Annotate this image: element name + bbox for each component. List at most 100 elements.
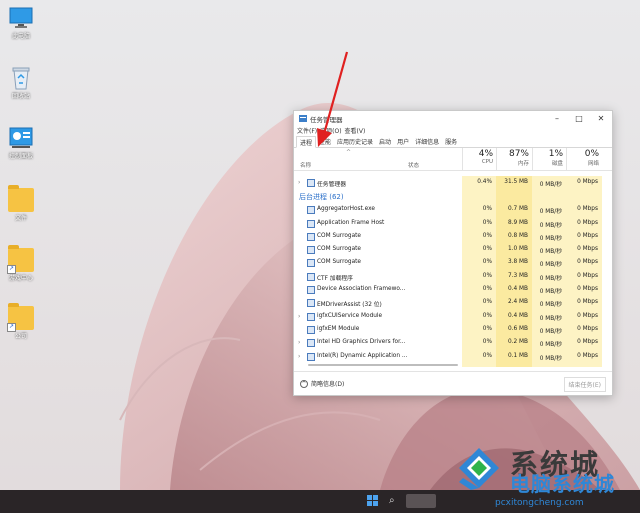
process-row[interactable]: Device Association Framewo... 0% 0.4 MB 0 M…: [294, 283, 612, 296]
process-row[interactable]: › Intel HD Graphics Drivers for... 0% 0.2 M…: [294, 336, 612, 349]
process-memory: 3.8 MB: [507, 259, 528, 266]
expand-chevron-icon[interactable]: ›: [298, 313, 300, 320]
process-network: 0 Mbps: [577, 219, 598, 226]
watermark-url: pcxitongcheng.com: [495, 498, 584, 508]
tab-details[interactable]: 详细信息: [412, 136, 442, 147]
taskbar-app-button[interactable]: [406, 494, 436, 508]
desktop-icon-label: 回收站: [11, 93, 30, 100]
process-row[interactable]: COM Surrogate 0% 0.8 MB 0 MB/秒 0 Mbps: [294, 230, 612, 243]
shortcut-arrow-icon: ↗: [7, 265, 16, 274]
process-network: 0 Mbps: [577, 272, 598, 279]
process-list: › 任务管理器 0.4% 31.5 MB 0 MB/秒 0 Mbps 后台进程 …: [294, 176, 612, 367]
desktop-icon-folder-files[interactable]: 文件: [4, 185, 38, 222]
desktop-icon-recycle-bin[interactable]: 回收站: [4, 66, 38, 100]
process-disk: 0 MB/秒: [539, 342, 562, 349]
less-details-button[interactable]: ^ 简略信息(D): [300, 379, 344, 388]
process-memory: 0.7 MB: [507, 206, 528, 213]
tab-users[interactable]: 用户: [394, 136, 412, 147]
memory-label: 内存: [517, 161, 529, 167]
minimize-button[interactable]: –: [546, 114, 568, 123]
end-task-button[interactable]: 结束任务(E): [563, 377, 606, 392]
desktop-icon-folder-company[interactable]: ↗ 公司: [4, 303, 38, 340]
process-row[interactable]: › igfxCUIService Module 0% 0.4 MB 0 MB/秒 0 Mb…: [294, 310, 612, 323]
tab-processes[interactable]: 进程: [296, 136, 317, 148]
control-panel-icon: [8, 126, 34, 150]
process-disk: 0 MB/秒: [539, 275, 562, 282]
process-icon: [307, 325, 315, 334]
process-name: Intel HD Graphics Drivers for...: [317, 339, 406, 346]
expand-chevron-icon[interactable]: ›: [298, 353, 300, 360]
process-row[interactable]: AggregatorHost.exe 0% 0.7 MB 0 MB/秒 0 Mbps: [294, 203, 612, 216]
column-cpu[interactable]: 4% CPU: [462, 148, 497, 170]
process-cpu: 0.4%: [477, 179, 492, 185]
title-bar[interactable]: 任务管理器 – □ ✕: [294, 111, 612, 126]
process-row[interactable]: EMDriverAssist (32 位) 0% 2.4 MB 0 MB/秒 0 Mbp…: [294, 296, 612, 309]
column-status[interactable]: 状态: [408, 161, 419, 169]
maximize-button[interactable]: □: [568, 114, 590, 123]
desktop-icon-label: 此电脑: [11, 33, 30, 40]
process-cpu: 0%: [482, 299, 492, 306]
process-icon: [307, 339, 315, 348]
horizontal-scrollbar[interactable]: [308, 364, 458, 366]
process-disk: 0 MB/秒: [539, 355, 562, 362]
process-row-task-manager[interactable]: › 任务管理器 0.4% 31.5 MB 0 MB/秒 0 Mbps: [294, 176, 612, 189]
process-network: 0 Mbps: [577, 179, 598, 185]
menu-options[interactable]: 选项(O): [320, 126, 341, 136]
process-network: 0 Mbps: [577, 206, 598, 213]
column-memory[interactable]: 87% 内存: [496, 148, 533, 170]
process-row[interactable]: Application Frame Host 0% 8.9 MB 0 MB/秒 0 Mb…: [294, 217, 612, 230]
desktop-icon-this-pc[interactable]: 此电脑: [4, 6, 38, 40]
process-row[interactable]: igfxEM Module 0% 0.6 MB 0 MB/秒 0 Mbps: [294, 323, 612, 336]
process-name: EMDriverAssist (32 位): [317, 302, 382, 309]
process-name: COM Surrogate: [317, 232, 361, 239]
process-cpu: 0%: [482, 219, 492, 226]
process-name: COM Surrogate: [317, 246, 361, 253]
menu-file[interactable]: 文件(F): [297, 126, 317, 136]
process-cpu: 0%: [482, 206, 492, 213]
tab-services[interactable]: 服务: [442, 136, 460, 147]
process-cpu: 0%: [482, 312, 492, 319]
process-name: igfxEM Module: [317, 325, 360, 332]
tab-startup[interactable]: 启动: [376, 136, 394, 147]
process-memory: 31.5 MB: [504, 179, 528, 185]
process-cpu: 0%: [482, 286, 492, 293]
process-row[interactable]: › Intel(R) Dynamic Application ... 0% 0.1 M…: [294, 350, 612, 363]
network-total: 0%: [584, 149, 599, 159]
tab-app-history[interactable]: 应用历史记录: [334, 136, 376, 147]
column-disk[interactable]: 1% 磁盘: [532, 148, 567, 170]
menu-view[interactable]: 查看(V): [345, 126, 366, 136]
process-disk: 0 MB/秒: [539, 249, 562, 256]
process-row[interactable]: CTF 加载程序 0% 7.3 MB 0 MB/秒 0 Mbps: [294, 270, 612, 283]
process-icon: [307, 246, 315, 255]
task-manager-icon: [299, 115, 307, 122]
chevron-up-icon: ^: [300, 379, 308, 388]
desktop-icon-control-panel[interactable]: 控制面板: [4, 126, 38, 160]
column-network[interactable]: 0% 网络: [566, 148, 603, 170]
close-button[interactable]: ✕: [590, 114, 612, 123]
process-memory: 0.6 MB: [507, 325, 528, 332]
search-icon[interactable]: ⌕: [389, 495, 395, 506]
process-icon: [307, 352, 315, 361]
process-row[interactable]: COM Surrogate 0% 1.0 MB 0 MB/秒 0 Mbps: [294, 243, 612, 256]
watermark-brand: 电脑系统城: [510, 472, 615, 496]
task-manager-icon: [307, 179, 315, 187]
process-icon: [307, 299, 315, 308]
footer-bar: ^ 简略信息(D) 结束任务(E): [294, 371, 612, 396]
process-row[interactable]: COM Surrogate 0% 3.8 MB 0 MB/秒 0 Mbps: [294, 256, 612, 269]
process-disk: 0 MB/秒: [539, 315, 562, 322]
column-name[interactable]: 名称: [300, 161, 311, 169]
watermark-logo-icon: [459, 448, 499, 490]
process-memory: 0.8 MB: [507, 232, 528, 239]
process-network: 0 Mbps: [577, 339, 598, 346]
start-button[interactable]: [367, 495, 379, 507]
desktop-icon-label: 文件: [14, 215, 27, 222]
process-memory: 1.0 MB: [507, 246, 528, 253]
process-cpu: 0%: [482, 259, 492, 266]
process-memory: 0.4 MB: [507, 312, 528, 319]
desktop-icon-folder-games[interactable]: ↗ 游戏中心: [4, 245, 38, 282]
expand-chevron-icon[interactable]: ›: [298, 339, 300, 346]
expand-chevron-icon[interactable]: ›: [298, 179, 300, 186]
process-network: 0 Mbps: [577, 232, 598, 239]
cpu-total: 4%: [478, 149, 493, 159]
tab-performance[interactable]: 性能: [316, 136, 334, 147]
